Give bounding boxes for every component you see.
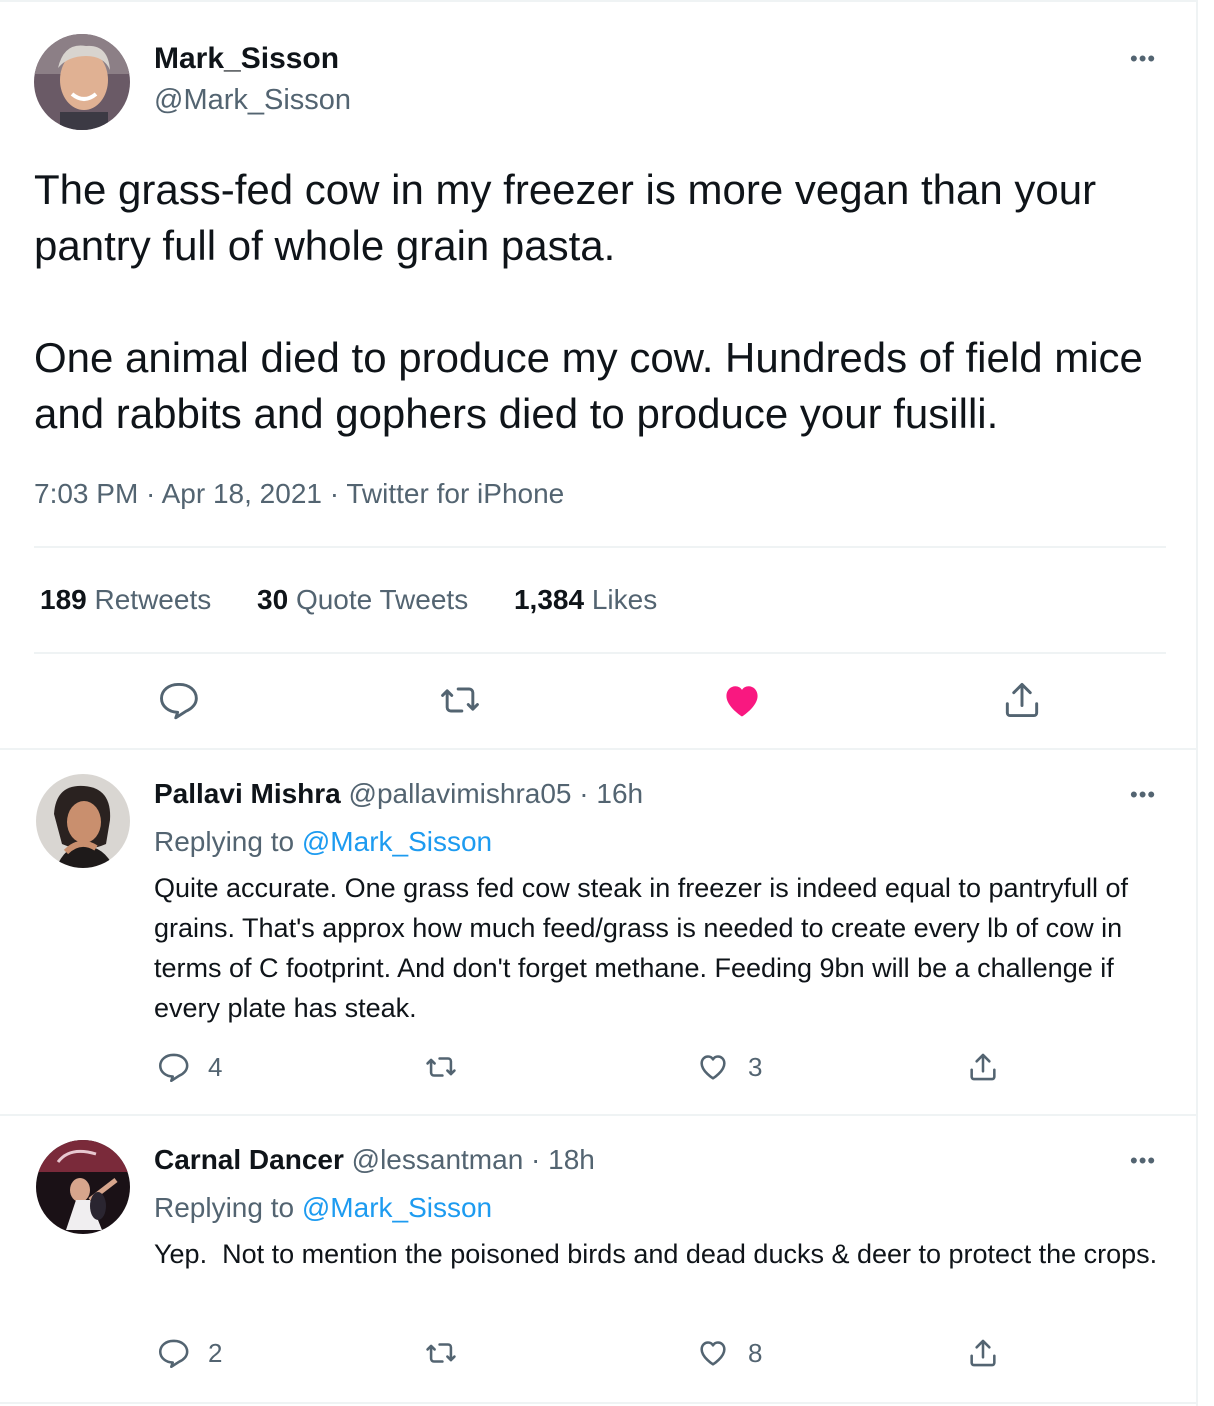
reply-avatar[interactable] [36,774,130,868]
tweet-time[interactable]: 7:03 PM [34,478,138,509]
reply-actions: 4 3 [154,1050,1054,1090]
quotes-stat[interactable]: 30 Quote Tweets [257,584,468,615]
more-icon[interactable]: ••• [1130,1150,1156,1172]
like-count: 8 [748,1337,763,1368]
tweet-meta: 7:03 PM · Apr 18, 2021 · Twitter for iPh… [34,478,564,510]
retweets-stat[interactable]: 189 Retweets [40,584,211,615]
likes-label: Likes [591,584,658,615]
author-name[interactable]: Mark_Sisson [154,42,339,76]
share-icon[interactable] [1000,678,1044,722]
reply-tweet[interactable]: Pallavi Mishra @pallavimishra05 · 16h ••… [0,748,1198,1116]
share-icon [970,1339,996,1367]
reply-text: Quite accurate. One grass fed cow steak … [154,873,1129,1023]
main-tweet: Mark_Sisson @Mark_Sisson ••• The grass-f… [0,2,1198,750]
reply-time[interactable]: 16h [596,778,643,809]
reply-icon [158,1339,189,1369]
reply-header: Carnal Dancer @lessantman · 18h [154,1144,595,1176]
reply-author-handle[interactable]: @lessantman [352,1144,524,1175]
reply-icon[interactable] [156,678,200,722]
tweet-actions [0,678,1198,728]
more-icon[interactable]: ••• [1130,48,1156,70]
tweet-date[interactable]: Apr 18, 2021 [162,478,322,509]
replying-mention[interactable]: @Mark_Sisson [302,1192,492,1223]
retweet-icon [426,1057,456,1077]
replying-label: Replying to [154,826,295,857]
reply-separator: · [523,1144,549,1175]
retweet-icon [426,1343,456,1363]
retweet-button[interactable] [424,1336,476,1370]
likes-stat[interactable]: 1,384 Likes [514,584,657,615]
timeline-frame: Mark_Sisson @Mark_Sisson ••• The grass-f… [0,0,1198,1406]
reply-button[interactable]: 4 [156,1050,222,1084]
like-count: 3 [748,1051,763,1082]
reply-text: Yep. Not to mention the poisoned birds a… [154,1239,1158,1269]
tweet-stats: 189 Retweets 30 Quote Tweets 1,384 Likes [40,584,695,616]
share-icon [970,1053,996,1081]
reply-actions: 2 8 [154,1336,1054,1376]
heart-icon [700,1341,726,1366]
replying-mention[interactable]: @Mark_Sisson [302,826,492,857]
reply-author-handle[interactable]: @pallavimishra05 [349,778,572,809]
reply-count: 2 [208,1337,223,1368]
divider [34,652,1166,654]
retweets-label: Retweets [94,584,212,615]
share-button[interactable] [966,1336,1018,1370]
heart-icon [700,1055,726,1080]
retweet-button[interactable] [424,1050,476,1084]
quotes-label: Quote Tweets [295,584,469,615]
reply-avatar[interactable] [36,1140,130,1234]
reply-separator: · [571,778,597,809]
tweet-text: The grass-fed cow in my freezer is more … [34,166,1143,437]
author-handle[interactable]: @Mark_Sisson [154,84,351,117]
reply-header: Pallavi Mishra @pallavimishra05 · 16h [154,778,643,810]
reply-author-name[interactable]: Carnal Dancer [154,1144,344,1175]
replying-label: Replying to [154,1192,295,1223]
quotes-count: 30 [257,584,289,615]
author-avatar[interactable] [34,34,130,130]
meta-separator: · [321,478,347,509]
retweet-icon[interactable] [438,678,482,722]
meta-separator: · [138,478,162,509]
share-button[interactable] [966,1050,1018,1084]
reply-tweet[interactable]: Carnal Dancer @lessantman · 18h ••• Repl… [0,1114,1198,1404]
tweet-source[interactable]: Twitter for iPhone [346,478,564,509]
replying-to: Replying to @Mark_Sisson [154,1192,492,1224]
like-button[interactable]: 8 [696,1336,762,1370]
reply-icon [158,1053,189,1083]
retweets-count: 189 [40,584,87,615]
heart-icon[interactable] [720,678,764,722]
replying-to: Replying to @Mark_Sisson [154,826,492,858]
divider [34,546,1166,548]
reply-button[interactable]: 2 [156,1336,222,1370]
more-icon[interactable]: ••• [1130,784,1156,806]
reply-count: 4 [208,1051,223,1082]
reply-time[interactable]: 18h [548,1144,595,1175]
likes-count: 1,384 [513,584,585,615]
reply-author-name[interactable]: Pallavi Mishra [154,778,341,809]
like-button[interactable]: 3 [696,1050,762,1084]
